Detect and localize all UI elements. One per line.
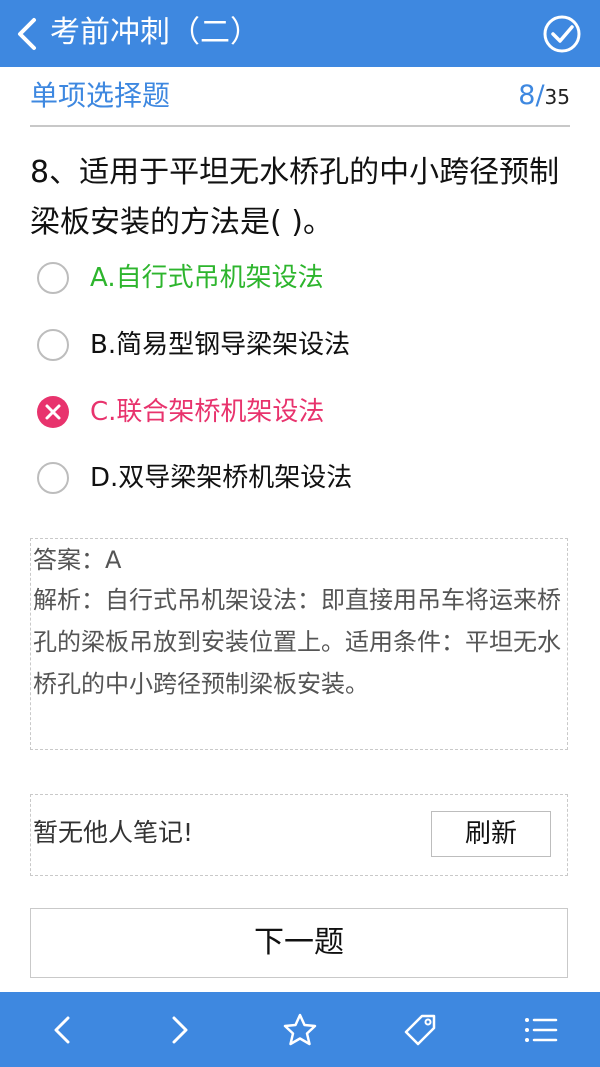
option-b[interactable]: B.简易型钢导梁架设法: [36, 319, 556, 371]
section-header: 单项选择题 8/35: [30, 76, 570, 118]
chevron-left-icon: [18, 18, 36, 50]
favorite-button[interactable]: [280, 1010, 320, 1050]
question-progress: 8/35: [518, 78, 570, 117]
radio-unchecked-icon: [37, 262, 69, 294]
question-list-button[interactable]: [520, 1010, 560, 1050]
next-question-button[interactable]: 下一题: [30, 908, 568, 978]
wrong-x-icon: [37, 396, 69, 428]
progress-current: 8: [518, 80, 536, 111]
option-c[interactable]: C.联合架桥机架设法: [36, 386, 556, 438]
section-title: 单项选择题: [30, 79, 171, 112]
answer-text: 答案：A: [33, 546, 122, 574]
next-button[interactable]: [160, 1010, 200, 1050]
tag-icon: [404, 1014, 436, 1046]
previous-button[interactable]: [42, 1010, 82, 1050]
question-text: 8、适用于平坦无水桥孔的中小跨径预制梁板安装的方法是( )。: [30, 155, 560, 240]
option-label: C.联合架桥机架设法: [90, 397, 325, 427]
list-icon: [525, 1018, 558, 1042]
option-label: D.双导梁架桥机架设法: [90, 463, 353, 493]
radio-unchecked-icon: [37, 462, 69, 494]
refresh-button[interactable]: 刷新: [431, 811, 551, 857]
submit-button[interactable]: [542, 14, 582, 54]
notes-box: 暂无他人笔记! 刷新: [30, 794, 568, 876]
section-divider: [30, 125, 570, 127]
top-bar: 考前冲刺（二）: [0, 0, 600, 67]
check-circle-icon: [543, 15, 581, 53]
answer-analysis-box: 答案：A 解析：自行式吊机架设法：即直接用吊车将运来桥孔的梁板吊放到安装位置上。…: [30, 538, 568, 750]
option-label: B.简易型钢导梁架设法: [90, 330, 351, 360]
option-d[interactable]: D.双导梁架桥机架设法: [36, 452, 556, 504]
option-a[interactable]: A.自行式吊机架设法: [36, 252, 556, 304]
chevron-right-icon: [172, 1016, 188, 1044]
back-button[interactable]: [12, 14, 46, 54]
analysis-text: 解析：自行式吊机架设法：即直接用吊车将运来桥孔的梁板吊放到安装位置上。适用条件：…: [33, 586, 561, 698]
radio-unchecked-icon: [37, 329, 69, 361]
chevron-left-icon: [54, 1016, 70, 1044]
quiz-screen: 考前冲刺（二） 单项选择题 8/35 8、适用于平坦无水桥孔的中小跨径预制梁板安…: [0, 0, 600, 1067]
star-icon: [283, 1013, 317, 1046]
notes-empty-text: 暂无他人笔记!: [33, 818, 194, 847]
progress-separator: /: [535, 80, 545, 111]
progress-total: 35: [544, 85, 570, 109]
bottom-toolbar: [0, 992, 600, 1067]
page-title: 考前冲刺（二）: [50, 15, 260, 50]
tag-button[interactable]: [400, 1010, 440, 1050]
option-label: A.自行式吊机架设法: [90, 263, 324, 293]
